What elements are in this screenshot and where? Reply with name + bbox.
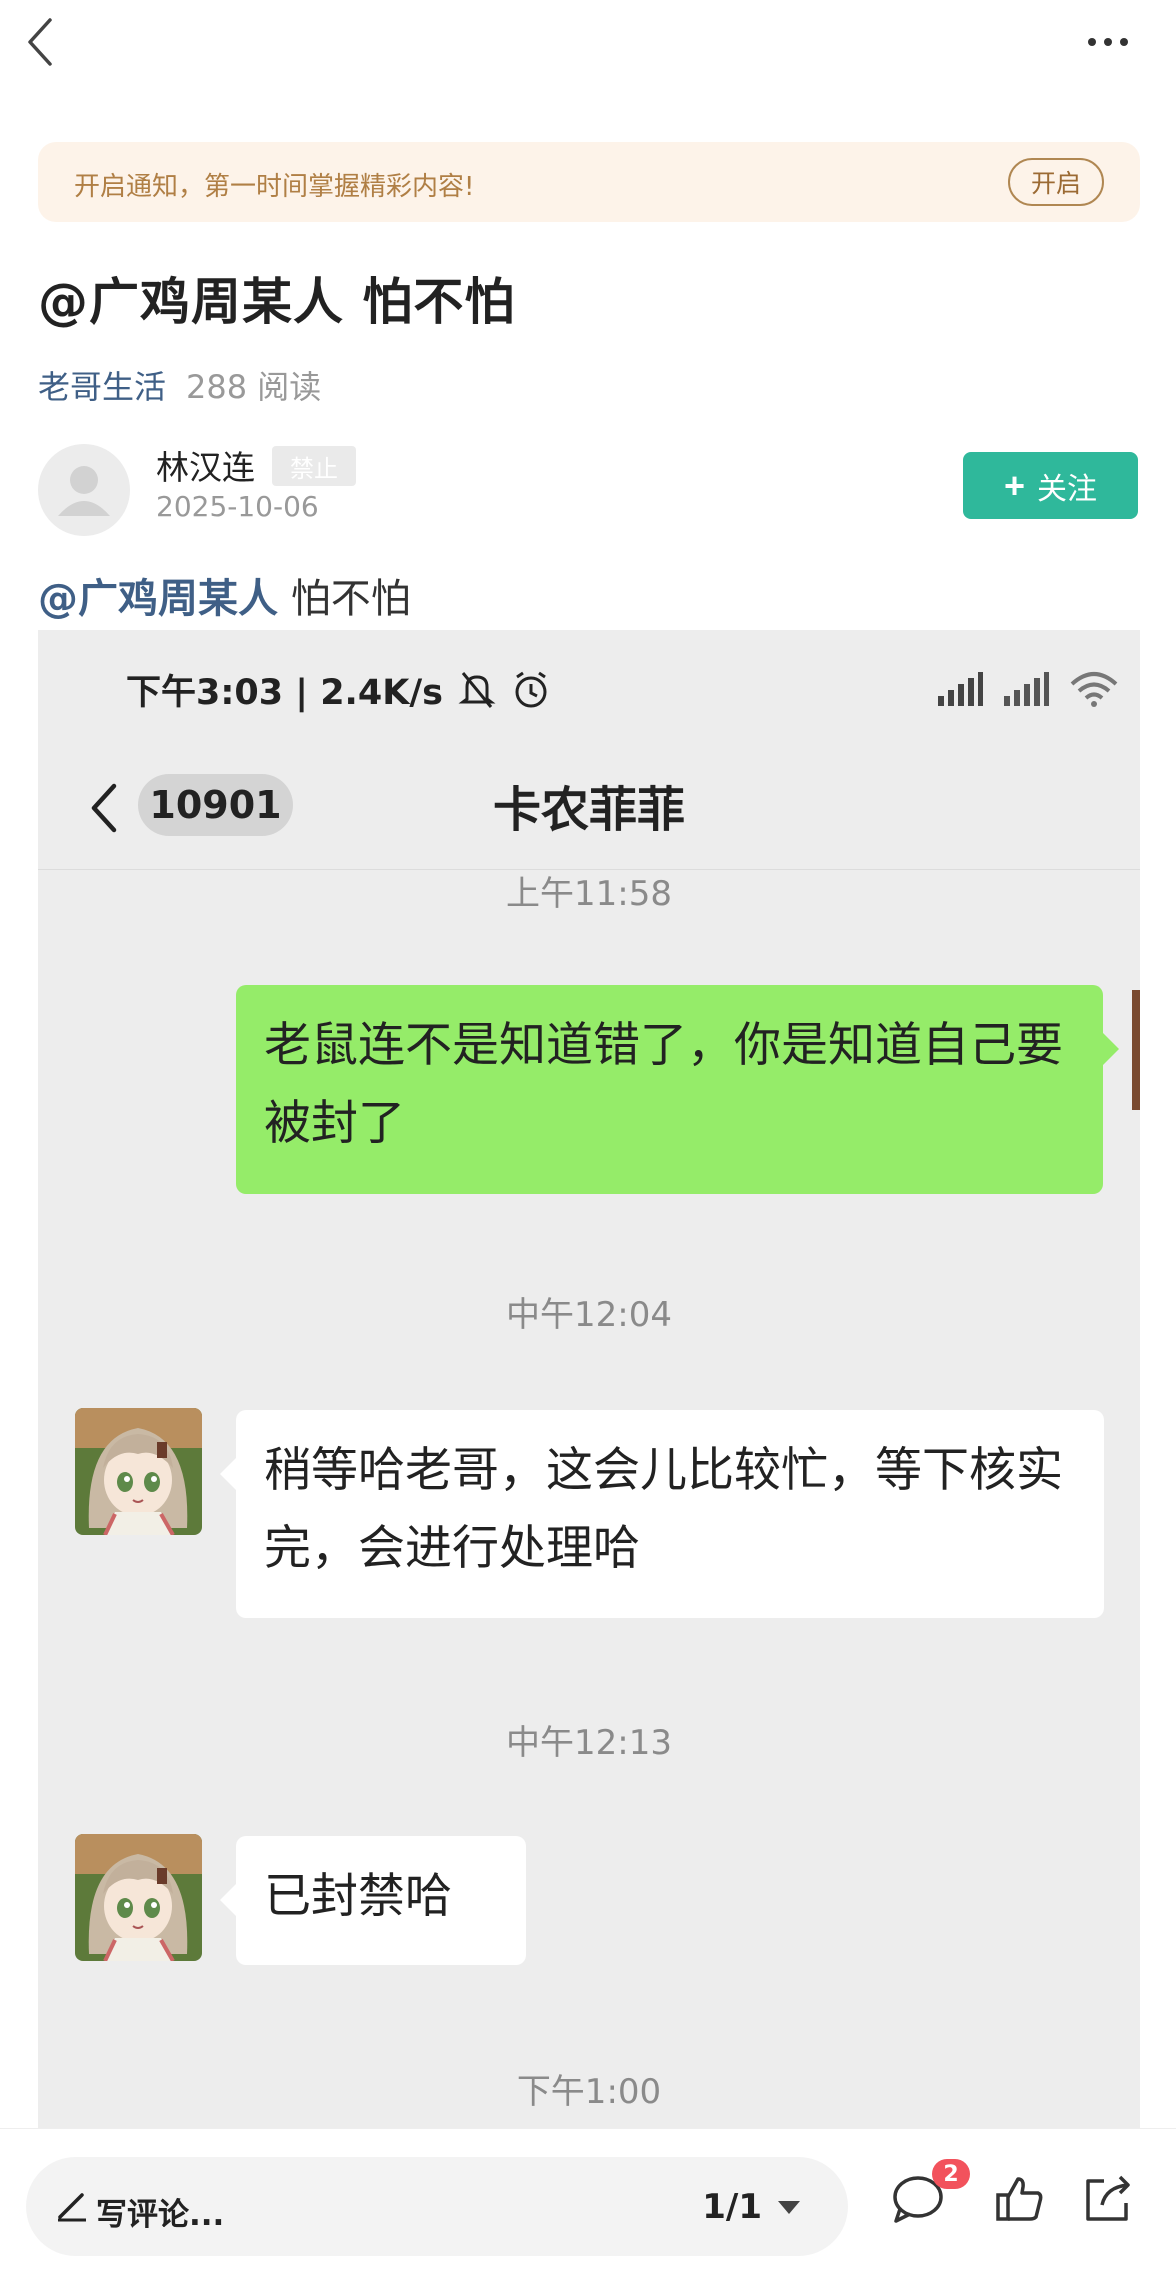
bottom-bar: 写评论... 1/1 2 — [0, 2128, 1176, 2283]
notification-banner: 开启通知，第一时间掌握精彩内容! 开启 — [38, 142, 1140, 222]
page-selector[interactable]: 1/1 — [702, 2187, 800, 2227]
read-count: 288 阅读 — [186, 368, 322, 406]
anime-avatar-icon — [75, 1408, 202, 1535]
more-dot-icon — [1088, 38, 1096, 46]
status-text: 下午3:03 | 2.4K/s — [126, 673, 443, 713]
body-text: 怕不怕 — [278, 576, 411, 622]
received-message-bubble: 已封禁哈 — [220, 1836, 526, 1965]
pencil-icon — [58, 2193, 86, 2222]
caret-down-icon — [778, 2200, 800, 2214]
default-user-icon — [58, 466, 110, 516]
sent-message-bubble: 老鼠连不是知道错了，你是知道自己要被封了 — [236, 985, 1119, 1194]
follow-label: 关注 — [1037, 472, 1098, 506]
page-title: @广鸡周某人 怕不怕 — [38, 273, 516, 331]
author-avatar[interactable] — [38, 444, 130, 536]
article-body: @广鸡周某人 怕不怕 — [38, 566, 411, 624]
contact-avatar — [75, 1408, 202, 1535]
follow-button[interactable]: + 关注 — [963, 452, 1138, 519]
chat-screenshot-image[interactable]: 下午3:03 | 2.4K/s 10901 卡农菲菲 上午11:58 老鼠连不是… — [38, 630, 1140, 2130]
chat-title: 卡农菲菲 — [492, 782, 685, 838]
more-dot-icon — [1104, 38, 1112, 46]
comment-input[interactable]: 写评论... 1/1 — [26, 2157, 848, 2256]
share-icon[interactable] — [1082, 2173, 1134, 2225]
comment-placeholder: 写评论... — [96, 2197, 225, 2233]
contact-avatar — [75, 1834, 202, 1961]
message-timestamp: 中午12:04 — [506, 1295, 672, 1335]
anime-avatar-icon — [75, 1834, 202, 1961]
bell-muted-icon — [458, 671, 496, 708]
more-button[interactable] — [1088, 30, 1138, 54]
more-dot-icon — [1120, 38, 1128, 46]
banned-badge: 禁止 — [272, 446, 356, 486]
comment-count-badge: 2 — [932, 2159, 970, 2189]
chat-header: 10901 卡农菲菲 — [38, 750, 1140, 870]
message-timestamp: 下午1:00 — [516, 2072, 662, 2112]
article-meta: 老哥生活 288 阅读 — [38, 362, 321, 408]
page-indicator: 1/1 — [702, 2187, 762, 2227]
alarm-icon — [515, 671, 547, 707]
thumbs-up-icon[interactable] — [994, 2173, 1046, 2225]
notification-text: 开启通知，第一时间掌握精彩内容! — [74, 172, 475, 202]
message-timestamp: 上午11:58 — [506, 874, 672, 914]
enable-notification-button[interactable]: 开启 — [1008, 158, 1104, 206]
sender-avatar-edge — [1132, 990, 1140, 1110]
status-bar: 下午3:03 | 2.4K/s — [126, 664, 551, 715]
wifi-icon — [1070, 672, 1118, 707]
publish-date: 2025-10-06 — [156, 490, 319, 523]
channel-link[interactable]: 老哥生活 — [38, 368, 166, 406]
author-name[interactable]: 林汉连 — [156, 441, 255, 489]
received-message-bubble: 稍等哈老哥，这会儿比较忙，等下核实完，会进行处理哈 — [220, 1410, 1104, 1618]
message-timestamp: 中午12:13 — [506, 1723, 672, 1763]
signal-hd-icon — [938, 672, 983, 706]
status-icons — [936, 668, 1120, 708]
top-bar — [0, 0, 1176, 90]
plus-icon: + — [1003, 464, 1026, 506]
back-button[interactable] — [22, 14, 62, 70]
chevron-left-icon — [28, 18, 52, 66]
signal-icon — [1004, 672, 1049, 706]
user-mention[interactable]: @广鸡周某人 — [38, 576, 278, 622]
